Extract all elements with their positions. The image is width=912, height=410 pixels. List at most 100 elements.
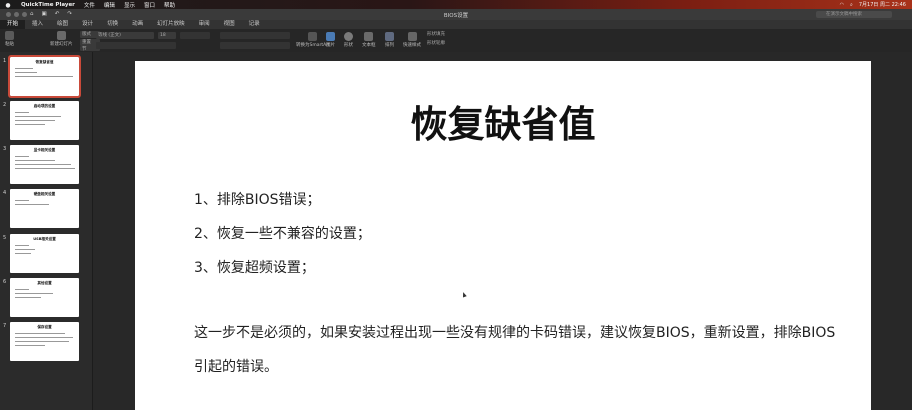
thumbnail-line (15, 76, 73, 77)
current-slide[interactable]: 恢复缺省值 1、排除BIOS错误； 2、恢复一些不兼容的设置； 3、恢复超频设置… (135, 61, 871, 410)
window-titlebar: ⌂ ▣ ↶ ↷ BIOS设置 在演示文稿中搜索 (0, 9, 912, 20)
clock[interactable]: 7月17日 周二 22:46 (859, 1, 906, 8)
tab-review[interactable]: 审阅 (192, 20, 217, 29)
arrange-icon (385, 32, 394, 41)
menu-bar: QuickTime Player 文件 编辑 显示 窗口 帮助 ◠ ⌕ 7月17… (0, 0, 912, 9)
textbox-icon (364, 32, 374, 41)
thumbnail-line (15, 72, 37, 73)
quick-styles-button[interactable]: 快速样式 (403, 32, 421, 48)
slide-thumbnail-2[interactable]: 启动项的设置 (10, 101, 79, 140)
thumbnail-line (15, 156, 29, 157)
thumbnail-title: 其他设置 (37, 281, 52, 285)
thumbnail-number: 3 (3, 146, 7, 152)
quick-styles-icon (407, 32, 417, 41)
thumbnail-line (15, 253, 31, 254)
ribbon-toolbar: 粘贴 新建幻灯片 版式 重置 节 等线 (正文) 18 转换为SmartArt … (0, 29, 912, 53)
thumbnail-line (15, 337, 73, 338)
clipboard-icon (5, 31, 14, 40)
thumbnail-line (15, 293, 53, 294)
new-slide-button[interactable]: 新建幻灯片 (50, 31, 73, 47)
slide-thumbnail-6[interactable]: 其他设置 (10, 278, 79, 317)
thumbnail-title: USB相关设置 (33, 237, 56, 241)
menu-window[interactable]: 窗口 (144, 1, 155, 9)
font-grow-shrink[interactable] (180, 32, 210, 39)
thumbnail-title: 显卡相关设置 (33, 148, 56, 152)
thumbnail-number: 2 (3, 102, 7, 108)
convert-smartart-button[interactable]: 转换为SmartArt (296, 32, 330, 48)
window-title: BIOS设置 (443, 13, 469, 19)
shape-button[interactable]: 形状 (344, 32, 353, 48)
menu-file[interactable]: 文件 (84, 1, 95, 9)
thumbnail-number: 6 (3, 279, 7, 285)
tab-view[interactable]: 视图 (217, 20, 242, 29)
menu-app-name[interactable]: QuickTime Player (21, 2, 75, 8)
menu-help[interactable]: 帮助 (164, 1, 175, 9)
thumbnail-number: 1 (3, 58, 7, 64)
picture-icon (326, 32, 335, 41)
font-size-select[interactable]: 18 (158, 32, 176, 39)
thumbnail-line (15, 116, 61, 117)
slide-thumbnail-1[interactable]: 恢复缺省值 (8, 55, 81, 98)
search-icon[interactable]: ⌕ (850, 2, 853, 8)
slide-thumbnail-3[interactable]: 显卡相关设置 (10, 145, 79, 184)
arrange-button[interactable]: 排列 (385, 32, 394, 48)
slide-paragraph-line-1[interactable]: 这一步不是必须的，如果安装过程出现一些没有规律的卡码错误，建议恢复BIOS，重新… (194, 322, 835, 342)
wifi-icon[interactable]: ◠ (840, 2, 844, 8)
tab-insert[interactable]: 插入 (25, 20, 50, 29)
thumbnail-line (15, 345, 45, 346)
thumbnail-line (15, 124, 45, 125)
tab-draw[interactable]: 绘图 (50, 20, 75, 29)
search-input[interactable]: 在演示文稿中搜索 (816, 11, 892, 18)
thumbnail-number: 5 (3, 235, 7, 241)
shape-icon (344, 32, 353, 41)
tab-animations[interactable]: 动画 (125, 20, 150, 29)
thumbnail-title: 启动项的设置 (33, 104, 56, 108)
slide-thumbnail-4[interactable]: 硬盘相关设置 (10, 189, 79, 228)
slide-list-item-1[interactable]: 1、排除BIOS错误； (194, 189, 321, 209)
font-name-select[interactable]: 等线 (正文) (96, 32, 154, 39)
font-style-buttons[interactable] (96, 42, 176, 49)
thumbnail-line (15, 120, 55, 121)
slide-thumbnail-pane[interactable]: 1 恢复缺省值 2 启动项的设置 3 显卡相关设置 4 硬盘相关设置 5 USB… (0, 52, 93, 410)
shape-fill-button[interactable]: 形状填充 (425, 31, 465, 38)
slide-paragraph-line-2[interactable]: 引起的错误。 (194, 356, 278, 376)
slide-thumbnail-7[interactable]: 保存设置 (10, 322, 79, 361)
thumbnail-title: 硬盘相关设置 (33, 192, 56, 196)
slide-title[interactable]: 恢复缺省值 (135, 94, 871, 148)
paste-button[interactable]: 粘贴 (5, 31, 14, 47)
thumbnail-line (15, 249, 35, 250)
thumbnail-line (15, 204, 49, 205)
new-slide-icon (56, 31, 66, 40)
status-area: ◠ ⌕ 7月17日 周二 22:46 (840, 0, 906, 9)
alignment-buttons[interactable] (220, 42, 290, 49)
thumbnail-number: 4 (3, 190, 7, 196)
tab-design[interactable]: 设计 (75, 20, 100, 29)
thumbnail-line (15, 160, 55, 161)
smartart-icon (308, 32, 318, 41)
thumbnail-line (15, 341, 69, 342)
thumbnail-number: 7 (3, 323, 7, 329)
slide-list-item-2[interactable]: 2、恢复一些不兼容的设置； (194, 223, 371, 243)
apple-icon[interactable] (4, 2, 12, 8)
slide-list-item-3[interactable]: 3、恢复超频设置； (194, 257, 315, 277)
ribbon-tabs: 开始 插入 绘图 设计 切换 动画 幻灯片放映 审阅 视图 记录 (0, 20, 912, 29)
menu-edit[interactable]: 编辑 (104, 1, 115, 9)
slide-thumbnail-5[interactable]: USB相关设置 (10, 234, 79, 273)
tab-record[interactable]: 记录 (242, 20, 267, 29)
thumbnail-title: 保存设置 (37, 325, 52, 329)
thumbnail-line (15, 200, 29, 201)
thumbnail-line (15, 168, 75, 169)
tab-slideshow[interactable]: 幻灯片放映 (150, 20, 192, 29)
textbox-button[interactable]: 文本框 (362, 32, 376, 48)
thumbnail-line (15, 333, 65, 334)
tab-home[interactable]: 开始 (0, 20, 26, 29)
menu-view[interactable]: 显示 (124, 1, 135, 9)
thumbnail-line (15, 112, 29, 113)
thumbnail-line (15, 297, 41, 298)
paragraph-buttons[interactable] (220, 32, 290, 39)
thumbnail-line (15, 245, 29, 246)
thumbnail-title: 恢复缺省值 (35, 60, 54, 64)
tab-transitions[interactable]: 切换 (100, 20, 125, 29)
picture-button[interactable]: 图片 (326, 32, 335, 48)
shape-outline-button[interactable]: 形状轮廓 (425, 40, 465, 47)
